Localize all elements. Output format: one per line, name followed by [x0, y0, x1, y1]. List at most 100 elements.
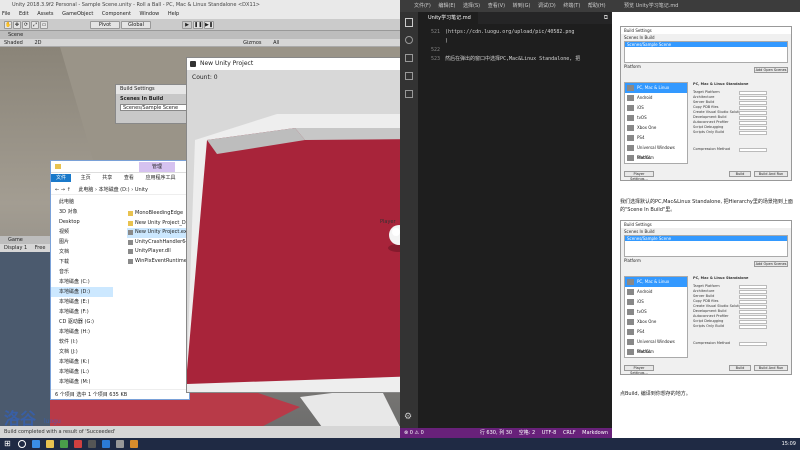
- shot-settings-header: PC, Mac & Linux Standalone: [693, 276, 749, 280]
- search-icon[interactable]: [405, 36, 413, 44]
- nav-item[interactable]: 本地磁盘 (F:): [51, 307, 113, 317]
- taskbar-clock[interactable]: 15:09: [782, 438, 796, 450]
- hand-tool-button[interactable]: ✋: [4, 21, 12, 29]
- file-item[interactable]: MonoBleedingEdge: [127, 209, 189, 219]
- nav-item[interactable]: 图片: [51, 237, 113, 247]
- ribbon-tab-home[interactable]: 主页: [81, 175, 91, 181]
- explorer-icon[interactable]: [405, 18, 413, 27]
- code-line: 521 (https://cdn.luogu.org/upload/pic/405…: [418, 28, 612, 37]
- play-button[interactable]: ▶: [182, 21, 192, 29]
- forward-arrow-icon[interactable]: →: [61, 187, 65, 193]
- breadcrumb-drive-d[interactable]: 本地磁盘 (D:): [99, 187, 130, 193]
- unity-icon[interactable]: [88, 440, 96, 448]
- pause-button[interactable]: ❚❚: [193, 21, 203, 29]
- language-mode[interactable]: Markdown: [582, 430, 608, 436]
- cursor-position[interactable]: 行 630, 列 30: [480, 430, 512, 436]
- code-editor[interactable]: 521 (https://cdn.luogu.org/upload/pic/405…: [418, 24, 612, 428]
- nav-item[interactable]: CD 驱动器 (G:): [51, 317, 113, 327]
- file-item[interactable]: UnityCrashHandler64.exe: [127, 238, 189, 248]
- file-item[interactable]: WinPixEventRuntime.dll: [127, 257, 189, 267]
- aspect-dropdown[interactable]: Free: [35, 245, 46, 251]
- nav-item[interactable]: 软件 (I:): [51, 337, 113, 347]
- nav-item[interactable]: 视频: [51, 227, 113, 237]
- pivot-toggle[interactable]: Pivot: [90, 21, 120, 29]
- address-bar[interactable]: ← → ↑ 此电脑 › 本地磁盘 (D:) › Unity: [51, 185, 189, 195]
- file-explorer-icon[interactable]: [46, 440, 54, 448]
- search-all-field[interactable]: All: [273, 40, 279, 46]
- split-editor-icon[interactable]: ⧉: [604, 14, 608, 22]
- menu-gameobject[interactable]: GameObject: [62, 11, 93, 17]
- global-toggle[interactable]: Global: [121, 21, 151, 29]
- errors-indicator[interactable]: ⊗ 0 ⚠ 0: [404, 430, 424, 436]
- menu-help[interactable]: Help: [168, 11, 179, 17]
- file-item[interactable]: New Unity Project_Data: [127, 219, 189, 229]
- unity-menubar: File Edit Assets GameObject Component Wi…: [0, 10, 400, 19]
- ribbon-tab-app-tools[interactable]: 应用程序工具: [145, 175, 175, 181]
- encoding[interactable]: UTF-8: [542, 430, 557, 436]
- display-dropdown[interactable]: Display 1: [4, 245, 27, 251]
- vscode-icon[interactable]: [102, 440, 110, 448]
- menu-assets[interactable]: Assets: [37, 11, 53, 17]
- nav-item[interactable]: 本地磁盘 (D:): [51, 287, 113, 297]
- nav-item[interactable]: Desktop: [51, 217, 113, 227]
- nav-item[interactable]: 文档 (J:): [51, 347, 113, 357]
- tab-scene[interactable]: Scene: [0, 31, 400, 39]
- nav-item[interactable]: 3D 对象: [51, 207, 113, 217]
- nav-item[interactable]: 本地磁盘 (E:): [51, 297, 113, 307]
- vs-menu-selection[interactable]: 选择(S): [463, 3, 480, 9]
- gizmos-dropdown[interactable]: Gizmos: [243, 40, 261, 46]
- task-view-icon[interactable]: [32, 440, 40, 448]
- ribbon-tab-share[interactable]: 共享: [102, 175, 112, 181]
- ribbon-tab-file[interactable]: 文件: [51, 174, 72, 182]
- file-item[interactable]: New Unity Project.exe: [127, 228, 189, 238]
- step-button[interactable]: ▶❚: [204, 21, 214, 29]
- breadcrumb-this-pc[interactable]: 此电脑: [78, 187, 93, 193]
- search-icon[interactable]: [18, 440, 26, 448]
- tab-unity-notes[interactable]: Unity学习笔记.md: [418, 12, 478, 24]
- nav-item[interactable]: 本地磁盘 (H:): [51, 327, 113, 337]
- gear-icon[interactable]: ⚙: [404, 412, 414, 422]
- menu-edit[interactable]: Edit: [19, 11, 29, 17]
- move-tool-button[interactable]: ✥: [13, 21, 21, 29]
- extensions-icon[interactable]: [405, 90, 413, 98]
- nav-item[interactable]: 文档: [51, 247, 113, 257]
- windows-start-icon[interactable]: ⊞: [4, 440, 12, 448]
- indentation[interactable]: 空格: 2: [519, 430, 535, 436]
- file-item[interactable]: UnityPlayer.dll: [127, 247, 189, 257]
- nav-item[interactable]: 本地磁盘 (C:): [51, 277, 113, 287]
- rotate-tool-button[interactable]: ⟳: [22, 21, 30, 29]
- menu-file[interactable]: File: [2, 11, 10, 17]
- nav-item[interactable]: 此电脑: [51, 197, 113, 207]
- menu-window[interactable]: Window: [140, 11, 160, 17]
- nav-item[interactable]: 本地磁盘 (M:): [51, 377, 113, 387]
- source-control-icon[interactable]: [405, 54, 413, 62]
- ribbon-tab-view[interactable]: 查看: [124, 175, 134, 181]
- nav-item[interactable]: 音乐: [51, 267, 113, 277]
- app-icon[interactable]: [130, 440, 138, 448]
- back-arrow-icon[interactable]: ←: [55, 187, 59, 193]
- manage-tab[interactable]: 管理: [139, 162, 175, 172]
- app-icon[interactable]: [74, 440, 82, 448]
- vs-menu-edit[interactable]: 编辑(E): [438, 3, 455, 9]
- line-ending[interactable]: CRLF: [563, 430, 576, 436]
- debug-icon[interactable]: [405, 72, 413, 80]
- vs-menu-terminal[interactable]: 终端(T): [563, 3, 580, 9]
- chrome-icon[interactable]: [60, 440, 68, 448]
- shading-mode-dropdown[interactable]: Shaded: [4, 40, 23, 46]
- 2d-toggle[interactable]: 2D: [34, 40, 41, 46]
- unity-logo-icon: [190, 61, 196, 67]
- nav-item[interactable]: 下载: [51, 257, 113, 267]
- rect-tool-button[interactable]: ▭: [40, 21, 48, 29]
- nav-item[interactable]: 本地磁盘 (L:): [51, 367, 113, 377]
- breadcrumb-unity[interactable]: Unity: [135, 187, 148, 193]
- scale-tool-button[interactable]: ⤢: [31, 21, 39, 29]
- menu-component[interactable]: Component: [102, 11, 131, 17]
- vs-menu-file[interactable]: 文件(F): [414, 3, 431, 9]
- nav-item[interactable]: 本地磁盘 (K:): [51, 357, 113, 367]
- game-app-icon[interactable]: [116, 440, 124, 448]
- up-arrow-icon[interactable]: ↑: [67, 187, 71, 193]
- vs-menu-goto[interactable]: 转到(G): [513, 3, 531, 9]
- vs-menu-view[interactable]: 查看(V): [488, 3, 505, 9]
- vs-menu-help[interactable]: 帮助(H): [588, 3, 606, 9]
- vs-menu-debug[interactable]: 调试(D): [538, 3, 556, 9]
